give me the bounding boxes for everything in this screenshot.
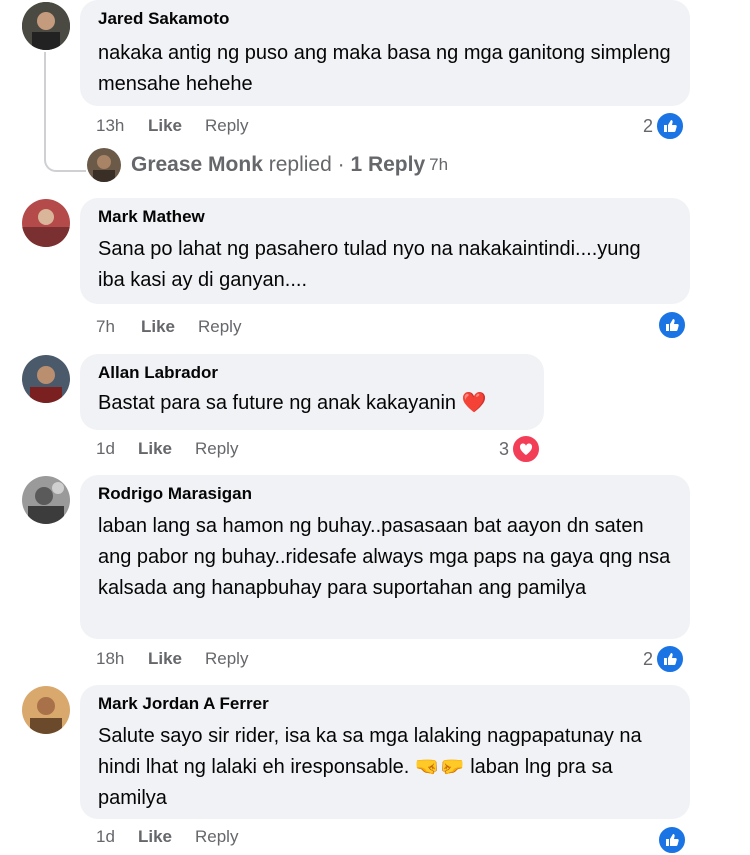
avatar[interactable] xyxy=(22,355,70,403)
comment-actions: 7h Like Reply xyxy=(96,317,241,337)
view-replies-row[interactable]: Grease Monk replied · 1 Reply 7h xyxy=(87,148,448,182)
comment-author[interactable]: Mark Jordan A Ferrer xyxy=(98,693,672,715)
thread-connector xyxy=(44,52,86,172)
like-link[interactable]: Like xyxy=(138,827,195,847)
comment-actions: 13h Like Reply xyxy=(96,116,248,136)
reaction-summary[interactable]: 2 xyxy=(643,644,686,674)
like-reaction-icon xyxy=(657,310,687,340)
comment-author[interactable]: Mark Mathew xyxy=(98,206,672,228)
comment-actions: 1d Like Reply xyxy=(96,439,238,459)
like-reaction-icon xyxy=(655,111,686,141)
reaction-summary[interactable]: 2 xyxy=(643,111,686,141)
like-link[interactable]: Like xyxy=(148,649,205,669)
comment-text: nakaka antig ng puso ang maka basa ng mg… xyxy=(98,42,677,95)
like-link[interactable]: Like xyxy=(148,116,205,136)
replied-text: replied · xyxy=(262,153,351,176)
comment-actions: 18h Like Reply xyxy=(96,649,248,669)
reaction-summary[interactable] xyxy=(657,825,687,855)
avatar[interactable] xyxy=(22,476,70,524)
comment-author[interactable]: Rodrigo Marasigan xyxy=(98,483,672,505)
comment-time[interactable]: 1d xyxy=(96,827,138,847)
comment-bubble: Allan Labrador Bastat para sa future ng … xyxy=(80,354,544,430)
reply-time: 7h xyxy=(429,155,449,174)
like-link[interactable]: Like xyxy=(138,439,195,459)
comment-time[interactable]: 1d xyxy=(96,439,138,459)
like-reaction-icon xyxy=(657,825,687,855)
reaction-count: 2 xyxy=(643,115,654,136)
comment-actions: 1d Like Reply xyxy=(96,827,238,847)
comment-time[interactable]: 7h xyxy=(96,317,141,337)
comment-text: Salute sayo sir rider, isa ka sa mga lal… xyxy=(98,725,648,809)
like-reaction-icon xyxy=(655,644,686,674)
comment-time[interactable]: 18h xyxy=(96,649,148,669)
comment-bubble: Rodrigo Marasigan laban lang sa hamon ng… xyxy=(80,475,690,639)
comment-text: Bastat para sa future ng anak kakayanin … xyxy=(98,392,487,414)
love-reaction-icon xyxy=(511,434,542,464)
avatar xyxy=(87,148,121,182)
comment-author[interactable]: Allan Labrador xyxy=(98,362,526,384)
comment-bubble: Jared Sakamoto nakaka antig ng puso ang … xyxy=(80,0,690,106)
reply-link[interactable]: Reply xyxy=(205,116,248,136)
reply-count[interactable]: 1 Reply xyxy=(350,153,425,177)
reaction-summary[interactable]: 3 xyxy=(499,434,542,464)
reply-link[interactable]: Reply xyxy=(195,827,238,847)
avatar[interactable] xyxy=(22,199,70,247)
like-link[interactable]: Like xyxy=(141,317,198,337)
comment-time[interactable]: 13h xyxy=(96,116,148,136)
replier-name[interactable]: Grease Monk xyxy=(131,153,263,177)
comment-text: laban lang sa hamon ng buhay..pasasaan b… xyxy=(98,515,676,599)
avatar[interactable] xyxy=(22,2,70,50)
reaction-count: 3 xyxy=(499,438,510,459)
reply-link[interactable]: Reply xyxy=(195,439,238,459)
reply-link[interactable]: Reply xyxy=(198,317,241,337)
reaction-count: 2 xyxy=(643,648,654,669)
comment-text: Sana po lahat ng pasahero tulad nyo na n… xyxy=(98,238,647,291)
comment-bubble: Mark Jordan A Ferrer Salute sayo sir rid… xyxy=(80,685,690,819)
comment-bubble: Mark Mathew Sana po lahat ng pasahero tu… xyxy=(80,198,690,304)
reaction-summary[interactable] xyxy=(657,310,687,340)
reply-link[interactable]: Reply xyxy=(205,649,248,669)
comment-author[interactable]: Jared Sakamoto xyxy=(98,8,672,30)
avatar[interactable] xyxy=(22,686,70,734)
